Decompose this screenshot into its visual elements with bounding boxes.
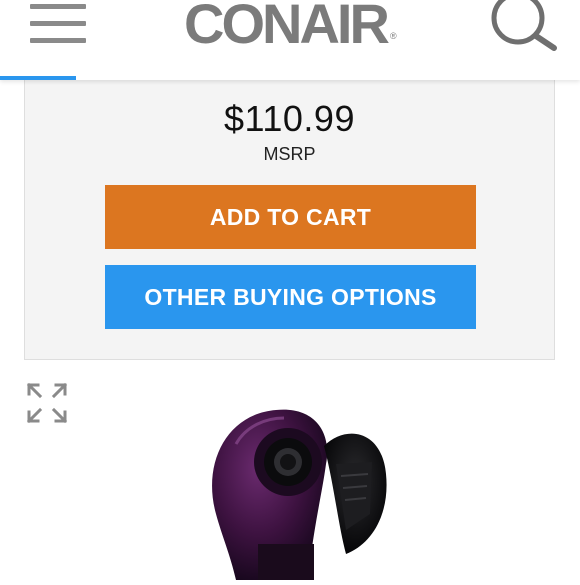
site-header: CONAIR ® [0,0,580,80]
other-buying-options-button[interactable]: OTHER BUYING OPTIONS [105,265,476,329]
active-tab-indicator [0,76,76,80]
product-price: $110.99 [224,98,355,139]
product-image-curling-device[interactable] [196,404,396,580]
price-panel: $110.99 MSRP ADD TO CART OTHER BUYING OP… [24,80,555,360]
search-icon[interactable] [486,0,560,52]
expand-fullscreen-icon[interactable] [26,382,68,424]
hamburger-menu-icon[interactable] [30,4,86,44]
logo-text: CONAIR [184,0,390,55]
add-to-cart-button[interactable]: ADD TO CART [105,185,476,249]
price-label: MSRP [263,144,316,164]
conair-logo[interactable]: CONAIR ® [184,0,398,54]
registered-mark: ® [390,31,397,41]
